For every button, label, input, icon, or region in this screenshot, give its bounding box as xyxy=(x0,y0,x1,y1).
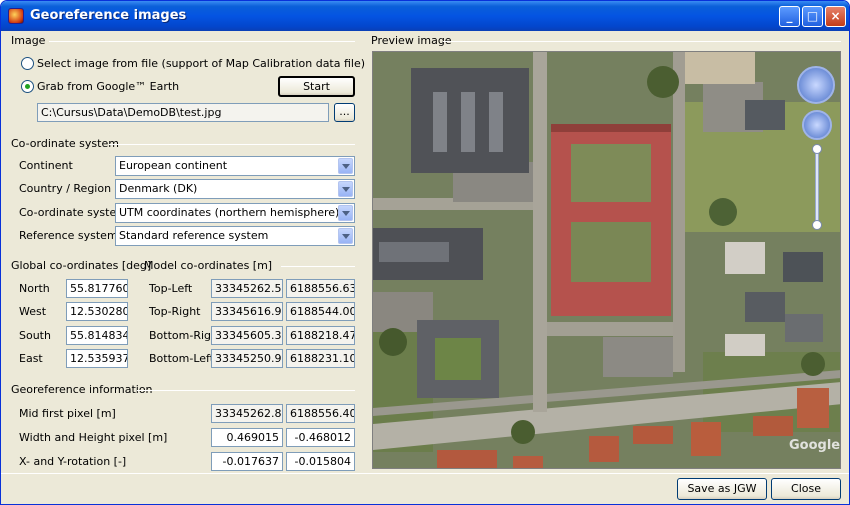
coord-system-value: UTM coordinates (northern hemisphere) xyxy=(119,206,340,219)
pixel-size-label: Width and Height pixel [m] xyxy=(19,431,168,444)
coord-system-label: Co-ordinate system xyxy=(19,206,127,219)
reference-system-value: Standard reference system xyxy=(119,229,269,242)
grab-google-earth-radio[interactable] xyxy=(21,80,34,93)
coords-divider xyxy=(281,266,355,267)
select-from-file-radio[interactable] xyxy=(21,57,34,70)
top-left-label: Top-Left xyxy=(149,282,193,295)
reference-system-select[interactable]: Standard reference system xyxy=(115,226,355,246)
bottom-left-x-field[interactable]: 33345250.97 xyxy=(211,349,283,368)
continent-value: European continent xyxy=(119,159,228,172)
georeference-window: Georeference images _ □ × Image Select i… xyxy=(0,0,850,505)
google-watermark: Google xyxy=(789,438,841,453)
maximize-button[interactable]: □ xyxy=(802,6,823,27)
compass-ring-icon[interactable] xyxy=(797,66,835,104)
rotation-label: X- and Y-rotation [-] xyxy=(19,455,127,468)
mid-first-pixel-y-field[interactable]: 6188556.40 xyxy=(286,404,355,423)
chevron-down-icon xyxy=(338,181,353,197)
coord-system-heading: Co-ordinate system xyxy=(11,137,119,150)
continent-label: Continent xyxy=(19,159,73,172)
top-left-y-field[interactable]: 6188556.63 xyxy=(286,279,355,298)
pan-control-icon[interactable] xyxy=(802,110,832,140)
continent-select[interactable]: European continent xyxy=(115,156,355,176)
app-icon xyxy=(8,8,24,24)
south-field[interactable]: 55.814834 xyxy=(66,326,128,345)
top-right-x-field[interactable]: 33345616.94 xyxy=(211,302,283,321)
image-section-divider xyxy=(49,41,355,42)
x-rotation-field[interactable]: -0.017637 xyxy=(211,452,283,471)
maximize-icon: □ xyxy=(806,9,819,23)
save-as-jgw-button[interactable]: Save as JGW xyxy=(677,478,767,500)
east-field[interactable]: 12.535937 xyxy=(66,349,128,368)
pixel-height-field[interactable]: -0.468012 xyxy=(286,428,355,447)
country-region-value: Denmark (DK) xyxy=(119,182,198,195)
west-label: West xyxy=(19,305,47,318)
coord-system-select[interactable]: UTM coordinates (northern hemisphere) xyxy=(115,203,355,223)
global-coords-heading: Global co-ordinates [deg] xyxy=(11,259,152,272)
close-button[interactable]: Close xyxy=(771,478,841,500)
image-path-field[interactable]: C:\Cursus\Data\DemoDB\test.jpg xyxy=(37,103,329,122)
select-from-file-label: Select image from file (support of Map C… xyxy=(37,57,366,70)
bottom-left-label: Bottom-Left xyxy=(149,352,215,365)
grab-google-earth-label: Grab from Google™ Earth xyxy=(37,80,180,93)
reference-system-label: Reference system xyxy=(19,229,118,242)
bottom-left-y-field[interactable]: 6188231.10 xyxy=(286,349,355,368)
west-field[interactable]: 12.530280 xyxy=(66,302,128,321)
pixel-width-field[interactable]: 0.469015 xyxy=(211,428,283,447)
top-left-x-field[interactable]: 33345262.59 xyxy=(211,279,283,298)
bottom-right-y-field[interactable]: 6188218.47 xyxy=(286,326,355,345)
east-label: East xyxy=(19,352,43,365)
chevron-down-icon xyxy=(338,228,353,244)
minimize-button[interactable]: _ xyxy=(779,6,800,27)
footer-divider xyxy=(1,473,849,474)
zoom-slider[interactable] xyxy=(815,148,819,224)
preview-heading: Preview image xyxy=(371,34,452,47)
mid-first-pixel-x-field[interactable]: 33345262.82 xyxy=(211,404,283,423)
preview-image[interactable]: Google xyxy=(372,51,841,469)
georef-info-divider xyxy=(137,390,355,391)
north-field[interactable]: 55.817760 xyxy=(66,279,128,298)
image-section-heading: Image xyxy=(11,34,46,47)
minimize-icon: _ xyxy=(786,9,793,23)
chevron-down-icon xyxy=(338,205,353,221)
chevron-down-icon xyxy=(338,158,353,174)
preview-divider xyxy=(443,41,841,42)
coord-system-divider xyxy=(109,144,355,145)
top-right-y-field[interactable]: 6188544.00 xyxy=(286,302,355,321)
close-window-button[interactable]: × xyxy=(825,6,846,27)
close-icon: × xyxy=(830,9,841,23)
aerial-photo xyxy=(373,52,840,468)
zoom-in-icon[interactable] xyxy=(812,144,822,154)
window-title: Georeference images xyxy=(30,8,187,23)
country-region-label: Country / Region xyxy=(19,182,112,195)
browse-button[interactable]: ... xyxy=(334,103,355,122)
country-region-select[interactable]: Denmark (DK) xyxy=(115,179,355,199)
model-coords-heading: Model co-ordinates [m] xyxy=(144,259,273,272)
start-button[interactable]: Start xyxy=(278,76,355,97)
zoom-out-icon[interactable] xyxy=(812,220,822,230)
top-right-label: Top-Right xyxy=(149,305,201,318)
y-rotation-field[interactable]: -0.015804 xyxy=(286,452,355,471)
title-bar[interactable]: Georeference images _ □ × xyxy=(1,1,849,31)
georef-info-heading: Georeference information xyxy=(11,383,153,396)
mid-first-pixel-label: Mid first pixel [m] xyxy=(19,407,116,420)
bottom-right-x-field[interactable]: 33345605.35 xyxy=(211,326,283,345)
south-label: South xyxy=(19,329,51,342)
north-label: North xyxy=(19,282,50,295)
